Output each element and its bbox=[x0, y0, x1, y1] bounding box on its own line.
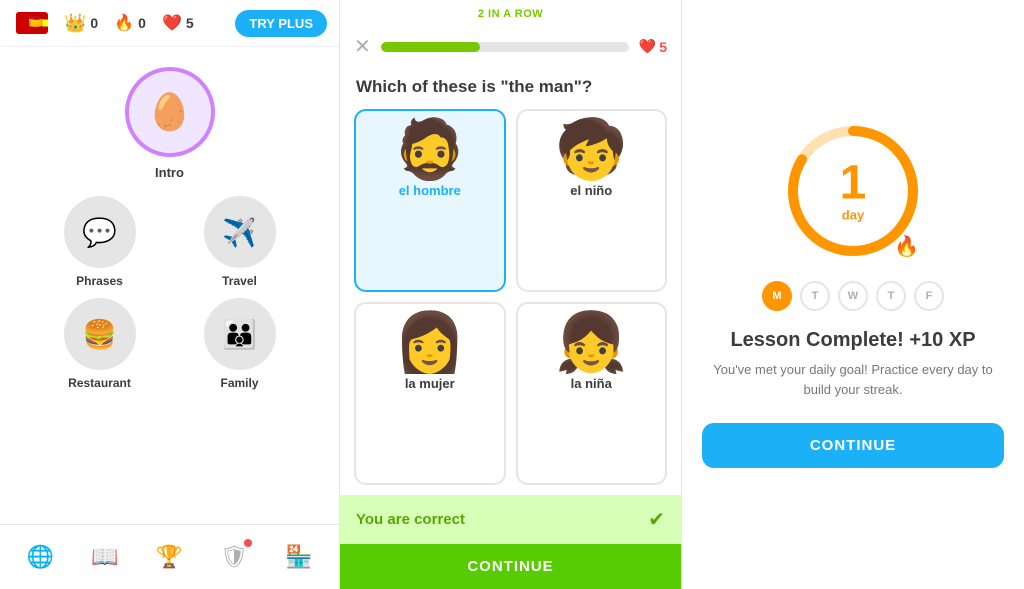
restaurant-circle: 🍔 bbox=[64, 298, 136, 370]
fire-stat: 🔥 0 bbox=[114, 13, 146, 33]
panel1-footer: 🌐 📖 🏆 🛡 🏪 bbox=[0, 524, 339, 589]
hearts-display: ❤️ 5 bbox=[639, 38, 667, 55]
phrases-circle: 💬 bbox=[64, 196, 136, 268]
feedback-check-icon: ✔ bbox=[648, 507, 665, 532]
streak-number: 1 bbox=[840, 160, 867, 208]
answer-el-nino-label: el niño bbox=[570, 183, 612, 198]
complete-subtitle: You've met your daily goal! Practice eve… bbox=[702, 360, 1004, 399]
answer-girl-avatar: 👧 bbox=[555, 314, 627, 372]
heart-icon-quiz: ❤️ bbox=[639, 38, 656, 55]
answer-el-hombre[interactable]: 🧔 el hombre bbox=[354, 109, 506, 292]
footer-book[interactable]: 📖 bbox=[83, 535, 127, 579]
phrases-label: Phrases bbox=[76, 274, 123, 288]
progress-bar bbox=[381, 42, 629, 52]
streak-center-content: 1 day bbox=[840, 160, 867, 223]
quiz-panel: 2 IN A ROW ✕ ❤️ 5 Which of these is "the… bbox=[340, 0, 682, 589]
day-thursday: T bbox=[876, 281, 906, 311]
locked-item-restaurant[interactable]: 🍔 Restaurant bbox=[40, 298, 160, 390]
answer-man-avatar: 🧔 bbox=[394, 121, 466, 179]
locked-lessons-grid: 💬 Phrases ✈️ Travel 🍔 Restaurant 👪 bbox=[40, 196, 300, 390]
answer-la-nina[interactable]: 👧 la niña bbox=[516, 302, 668, 485]
in-a-row-label: 2 IN A ROW bbox=[340, 8, 681, 20]
crown-count: 0 bbox=[90, 15, 98, 31]
heart-icon: ❤️ bbox=[162, 13, 182, 33]
intro-label: Intro bbox=[155, 165, 184, 180]
home-icon: 🌐 bbox=[27, 544, 54, 570]
footer-shop[interactable]: 🏪 bbox=[277, 535, 321, 579]
restaurant-label: Restaurant bbox=[68, 376, 131, 390]
complete-title: Lesson Complete! +10 XP bbox=[730, 329, 975, 352]
day-friday: F bbox=[914, 281, 944, 311]
answer-la-nina-label: la niña bbox=[571, 376, 612, 391]
fire-drop-icon: 🔥 bbox=[894, 234, 919, 259]
flag-icon: 🇪🇸 bbox=[16, 12, 48, 34]
panel1-header: 🇪🇸 👑 0 🔥 0 ❤️ 5 TRY PLUS bbox=[0, 0, 339, 47]
answer-boy-avatar: 🧒 bbox=[555, 121, 627, 179]
family-label: Family bbox=[220, 376, 258, 390]
fire-count: 0 bbox=[138, 15, 146, 31]
trophy-icon: 🏆 bbox=[156, 544, 183, 570]
book-icon: 📖 bbox=[91, 544, 118, 570]
shop-icon: 🏪 bbox=[285, 544, 312, 570]
footer-shield[interactable]: 🛡 bbox=[212, 535, 256, 579]
days-row: M T W T F bbox=[762, 281, 944, 311]
quiz-header: ✕ ❤️ 5 bbox=[340, 22, 681, 71]
try-plus-button[interactable]: TRY PLUS bbox=[235, 10, 327, 37]
progress-fill bbox=[381, 42, 480, 52]
answer-woman-avatar: 👩 bbox=[394, 314, 466, 372]
streak-ring: 1 day 🔥 bbox=[783, 121, 923, 261]
answer-el-hombre-label: el hombre bbox=[399, 183, 461, 198]
answer-la-mujer-label: la mujer bbox=[405, 376, 455, 391]
crown-stat: 👑 0 bbox=[64, 13, 98, 34]
intro-icon: 🥚 bbox=[147, 91, 192, 133]
intro-lesson[interactable]: 🥚 bbox=[125, 67, 215, 157]
family-circle: 👪 bbox=[204, 298, 276, 370]
travel-circle: ✈️ bbox=[204, 196, 276, 268]
day-wednesday: W bbox=[838, 281, 868, 311]
family-icon: 👪 bbox=[222, 318, 257, 351]
hearts-count-quiz: 5 bbox=[659, 39, 667, 55]
hearts-count: 5 bbox=[186, 15, 194, 31]
quiz-question: Which of these is "the man"? bbox=[340, 71, 681, 109]
locked-item-phrases[interactable]: 💬 Phrases bbox=[40, 196, 160, 288]
restaurant-icon: 🍔 bbox=[82, 318, 117, 351]
travel-label: Travel bbox=[222, 274, 257, 288]
quiz-continue-button[interactable]: CONTINUE bbox=[340, 544, 681, 589]
notification-dot bbox=[244, 539, 252, 547]
fire-icon: 🔥 bbox=[114, 13, 134, 33]
travel-icon: ✈️ bbox=[222, 216, 257, 249]
lesson-complete-panel: 1 day 🔥 M T W T F Lesson Complete! +10 X… bbox=[682, 0, 1024, 589]
crown-icon: 👑 bbox=[64, 13, 86, 34]
locked-item-travel[interactable]: ✈️ Travel bbox=[180, 196, 300, 288]
complete-continue-button[interactable]: CONTINUE bbox=[702, 423, 1004, 468]
day-tuesday: T bbox=[800, 281, 830, 311]
course-map-panel: 🇪🇸 👑 0 🔥 0 ❤️ 5 TRY PLUS 🥚 Intro 💬 Phras… bbox=[0, 0, 340, 589]
close-button[interactable]: ✕ bbox=[354, 34, 371, 59]
answer-el-nino[interactable]: 🧒 el niño bbox=[516, 109, 668, 292]
panel1-content: 🥚 Intro 💬 Phrases ✈️ Travel 🍔 Restauran bbox=[0, 47, 339, 524]
quiz-feedback: You are correct ✔ bbox=[340, 495, 681, 544]
day-monday: M bbox=[762, 281, 792, 311]
answer-grid: 🧔 el hombre 🧒 el niño 👩 la mujer 👧 la ni… bbox=[340, 109, 681, 485]
footer-home[interactable]: 🌐 bbox=[18, 535, 62, 579]
feedback-text: You are correct bbox=[356, 511, 465, 528]
streak-unit: day bbox=[842, 208, 864, 223]
hearts-stat: ❤️ 5 bbox=[162, 13, 194, 33]
footer-trophy[interactable]: 🏆 bbox=[147, 535, 191, 579]
shield-icon: 🛡 bbox=[220, 544, 248, 570]
phrases-icon: 💬 bbox=[82, 216, 117, 249]
locked-item-family[interactable]: 👪 Family bbox=[180, 298, 300, 390]
answer-la-mujer[interactable]: 👩 la mujer bbox=[354, 302, 506, 485]
